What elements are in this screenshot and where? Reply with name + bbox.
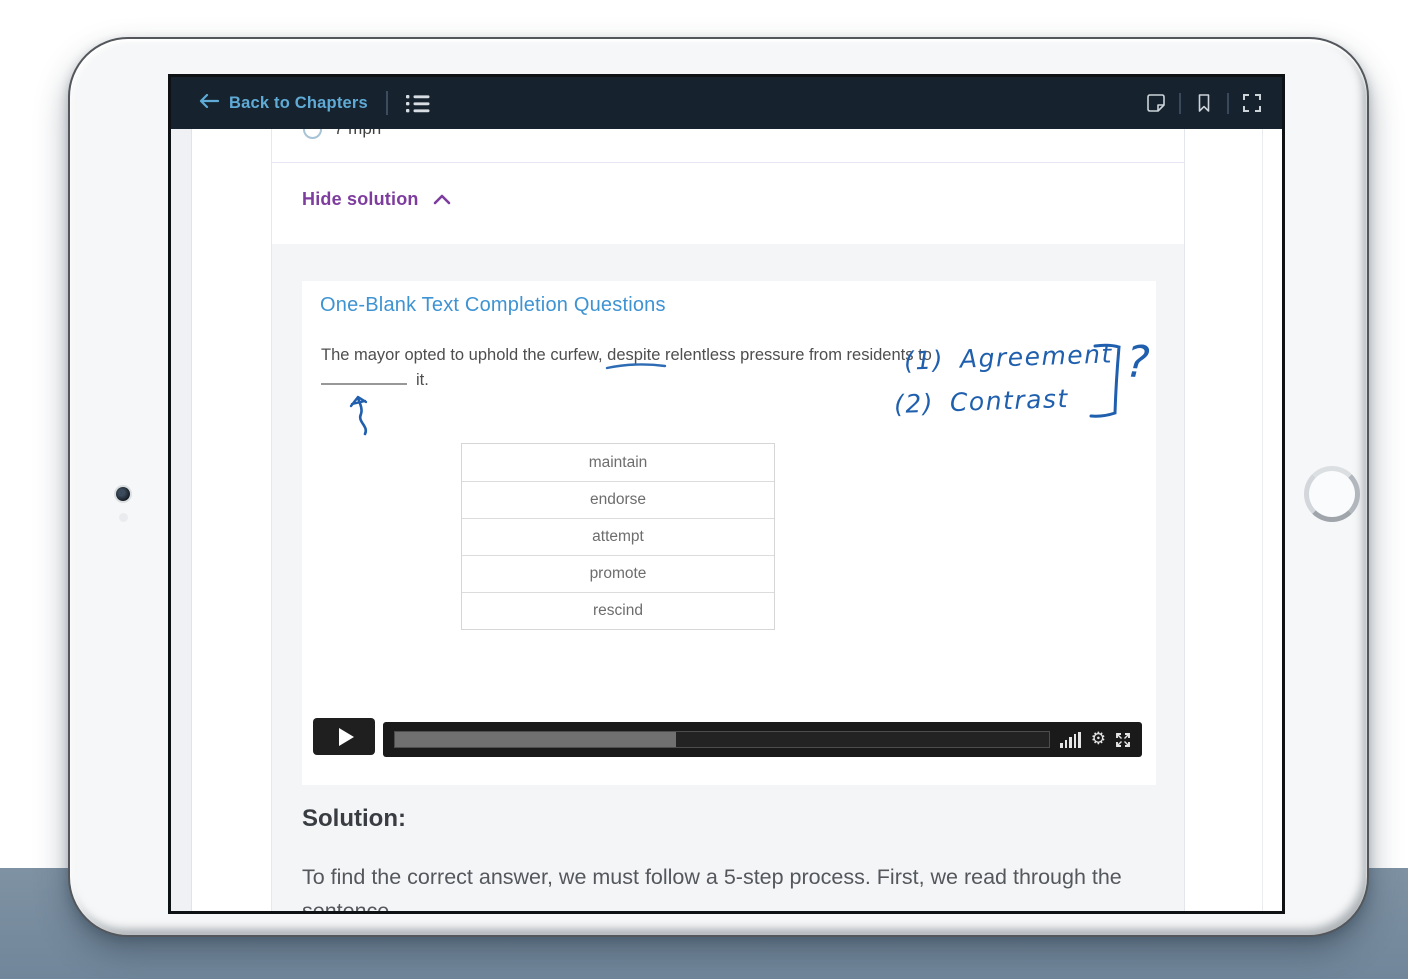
- pen-arrow-doodle: [348, 389, 376, 442]
- back-to-chapters-link[interactable]: Back to Chapters: [199, 94, 368, 113]
- page: Back to Chapters: [0, 0, 1408, 979]
- question-before: The mayor opted to uphold the curfew,: [321, 346, 607, 364]
- answer-blank: [321, 370, 407, 385]
- lesson-page: 7 mph Hide solution: [193, 129, 1282, 911]
- radio-icon[interactable]: [303, 129, 322, 139]
- play-button[interactable]: [313, 718, 375, 755]
- answer-option-row[interactable]: attempt: [462, 518, 774, 555]
- answer-options-table: maintain endorse attempt promote rescind: [461, 443, 775, 630]
- hide-solution-toggle[interactable]: Hide solution: [272, 163, 1184, 210]
- progress-track[interactable]: [394, 731, 1050, 748]
- nav-divider: [1179, 93, 1181, 114]
- top-nav-bar: Back to Chapters: [171, 77, 1282, 129]
- pen-question-mark: ?: [1125, 336, 1151, 388]
- left-arrow-icon: [199, 94, 219, 113]
- solution-paragraph: To find the correct answer, we must foll…: [302, 860, 1160, 911]
- home-button[interactable]: [1304, 466, 1360, 522]
- nav-left-group: Back to Chapters: [199, 91, 430, 115]
- answer-option-row[interactable]: endorse: [462, 481, 774, 518]
- nav-divider: [1227, 93, 1229, 114]
- annotation-line-2: (2)Contrast: [894, 384, 1070, 419]
- chevron-up-icon: [433, 189, 451, 210]
- solution-heading: Solution:: [302, 805, 406, 833]
- nav-right-group: [1146, 93, 1262, 114]
- gear-icon[interactable]: ⚙: [1091, 731, 1106, 748]
- answer-option-row[interactable]: maintain: [462, 444, 774, 481]
- screen: Back to Chapters: [168, 74, 1285, 914]
- tablet-frame: Back to Chapters: [68, 37, 1369, 937]
- play-icon: [339, 728, 354, 746]
- back-link-label: Back to Chapters: [229, 94, 368, 113]
- page-hairline: [1262, 129, 1263, 911]
- lesson-column: 7 mph Hide solution: [271, 129, 1185, 911]
- radio-option-label: 7 mph: [334, 129, 381, 139]
- solution-section: One-Blank Text Completion Questions The …: [272, 244, 1184, 911]
- question-line-1: The mayor opted to uphold the curfew, de…: [321, 343, 932, 368]
- answer-option-row[interactable]: rescind: [462, 592, 774, 629]
- app-viewport: Back to Chapters: [171, 77, 1282, 911]
- volume-bars-icon[interactable]: [1060, 732, 1081, 748]
- bookmark-icon[interactable]: [1194, 93, 1214, 113]
- annotation-line-1: (1)Agreement: [904, 339, 1114, 375]
- ambient-sensor-dot: [119, 513, 128, 522]
- nav-divider: [386, 91, 388, 115]
- video-controls-bar: ⚙: [383, 722, 1142, 757]
- list-icon[interactable]: [406, 94, 430, 113]
- question-after: relentless pressure from residents to: [660, 346, 931, 364]
- pen-bracket-stroke: [1089, 341, 1123, 427]
- pen-underline-stroke: [605, 361, 667, 371]
- left-gutter: [171, 129, 192, 911]
- hide-solution-label: Hide solution: [302, 189, 419, 210]
- player-progress-fill: [395, 732, 676, 747]
- answer-option-row[interactable]: promote: [462, 555, 774, 592]
- question-line-2: it.: [321, 368, 932, 393]
- question-text: The mayor opted to uphold the curfew, de…: [321, 343, 932, 393]
- camera-icon: [116, 487, 130, 501]
- fullscreen-icon[interactable]: [1242, 93, 1262, 113]
- notes-icon[interactable]: [1146, 93, 1166, 113]
- card-title: One-Blank Text Completion Questions: [320, 294, 666, 317]
- underlined-word: despite: [607, 346, 660, 364]
- handwritten-annotations: (1)Agreement (2)Contrast: [894, 341, 1184, 451]
- player-fullscreen-icon[interactable]: [1115, 732, 1131, 748]
- question-card: One-Blank Text Completion Questions The …: [302, 281, 1156, 785]
- clipped-answer-option[interactable]: 7 mph: [272, 129, 1184, 143]
- question-suffix: it.: [416, 371, 429, 389]
